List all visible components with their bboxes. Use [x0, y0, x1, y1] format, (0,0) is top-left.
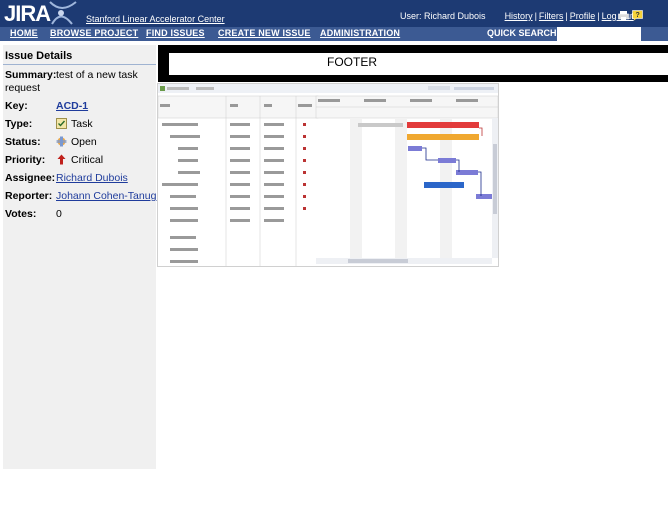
type-label: Type: — [5, 118, 33, 130]
nav-create-new-issue[interactable]: CREATE NEW ISSUE — [218, 28, 311, 38]
site-name-link[interactable]: Stanford Linear Accelerator Center — [86, 14, 225, 24]
assignee-link[interactable]: Richard Dubois — [56, 172, 128, 184]
user-bar: User: Richard Dubois History | Filters | Pro… — [400, 11, 634, 21]
summary-value: test of a new task — [56, 69, 138, 81]
reporter-label: Reporter: — [5, 190, 53, 202]
status-row: Status: — [5, 136, 53, 148]
summary-value-cont: request — [5, 82, 41, 94]
gantt-chart-image — [157, 83, 499, 267]
priority-label: Priority: — [5, 154, 46, 166]
priority-value: Critical — [56, 154, 103, 166]
issue-key-link[interactable]: ACD-1 — [56, 100, 88, 112]
reporter-link[interactable]: Johann Cohen-Tanugi — [56, 190, 159, 202]
history-link[interactable]: History — [505, 11, 533, 21]
votes-value: 0 — [56, 208, 62, 220]
issue-details-panel: Issue Details Summary: test of a new tas… — [3, 45, 159, 469]
svg-text:?: ? — [636, 12, 640, 19]
profile-link[interactable]: Profile — [570, 11, 596, 21]
summary-label: Summary: — [5, 69, 57, 81]
jira-logo-icon — [49, 1, 77, 25]
key-row: Key: — [5, 100, 53, 112]
key-label: Key: — [5, 100, 28, 112]
user-label: User: Richard Dubois — [400, 11, 486, 21]
votes-row: Votes: — [5, 208, 53, 220]
type-value: Task — [56, 118, 93, 130]
panel-title-text: Issue Details — [5, 50, 73, 62]
filters-link[interactable]: Filters — [539, 11, 564, 21]
help-icon[interactable]: ? — [632, 10, 643, 21]
votes-label: Votes: — [5, 208, 37, 220]
assignee-label: Assignee: — [5, 172, 56, 184]
status-label: Status: — [5, 136, 41, 148]
issue-details-title: Issue Details — [3, 45, 156, 65]
nav-administration[interactable]: ADMINISTRATION — [320, 28, 400, 38]
status-text: Open — [71, 136, 97, 148]
priority-text: Critical — [71, 154, 104, 166]
nav-home[interactable]: HOME — [10, 28, 38, 38]
open-status-icon — [56, 136, 67, 147]
status-value: Open — [56, 136, 97, 148]
footer-text: FOOTER — [327, 55, 377, 69]
nav-find-issues[interactable]: FIND ISSUES — [146, 28, 205, 38]
footer-box: FOOTER — [169, 53, 668, 75]
quick-search-label: QUICK SEARCH: — [487, 28, 560, 38]
quick-search-input[interactable] — [557, 27, 641, 41]
top-header: JIRA Stanford Linear Accelerator Center … — [0, 0, 668, 27]
print-icon[interactable] — [618, 10, 629, 21]
reporter-row: Reporter: — [5, 190, 53, 202]
nav-browse-project[interactable]: BROWSE PROJECT — [50, 28, 138, 38]
header-icons: ? — [618, 10, 646, 24]
summary-row: Summary: — [5, 69, 57, 81]
critical-priority-icon — [56, 154, 67, 165]
gantt-chart-drawing — [158, 84, 498, 266]
type-row: Type: — [5, 118, 53, 130]
priority-row: Priority: — [5, 154, 53, 166]
type-text: Task — [71, 118, 93, 130]
assignee-row: Assignee: — [5, 172, 56, 184]
task-icon — [56, 118, 67, 129]
